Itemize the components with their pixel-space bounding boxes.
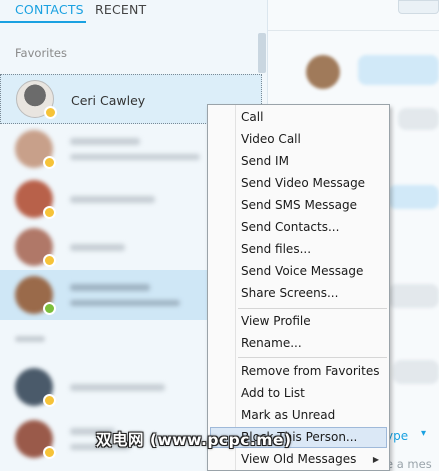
blurred-name bbox=[70, 284, 150, 291]
favorites-header: Favorites bbox=[15, 46, 67, 60]
conversation-toolbar-button[interactable] bbox=[398, 0, 439, 14]
submenu-arrow-icon: ▶ bbox=[372, 455, 379, 464]
contact-name: Ceri Cawley bbox=[71, 93, 146, 108]
menu-item-send-im[interactable]: Send IM bbox=[210, 151, 387, 172]
menu-item-rename[interactable]: Rename... bbox=[210, 333, 387, 354]
contacts-scrollbar[interactable] bbox=[258, 33, 266, 73]
away-status-icon bbox=[44, 106, 57, 119]
blurred-name bbox=[70, 384, 165, 391]
blurred-name bbox=[70, 244, 125, 251]
away-status-icon bbox=[43, 206, 56, 219]
away-status-icon bbox=[43, 156, 56, 169]
menu-item-send-files[interactable]: Send files... bbox=[210, 239, 387, 260]
tab-recent[interactable]: RECENT bbox=[95, 2, 146, 17]
blurred-group-header bbox=[15, 336, 45, 342]
away-status-icon bbox=[43, 446, 56, 459]
message-bubble bbox=[388, 284, 439, 308]
avatar bbox=[306, 55, 340, 89]
blurred-name bbox=[70, 196, 155, 203]
menu-item-video-call[interactable]: Video Call bbox=[210, 129, 387, 150]
menu-item-add-to-list[interactable]: Add to List bbox=[210, 383, 387, 404]
menu-item-send-video-message[interactable]: Send Video Message bbox=[210, 173, 387, 194]
tab-bar: CONTACTS RECENT bbox=[0, 0, 267, 24]
message-bubble bbox=[398, 108, 439, 130]
menu-item-view-old-messages[interactable]: View Old Messages ▶ bbox=[210, 449, 387, 470]
menu-separator bbox=[238, 357, 387, 358]
menu-item-label: View Old Messages bbox=[241, 452, 357, 466]
menu-item-view-profile[interactable]: View Profile bbox=[210, 311, 387, 332]
chevron-down-icon[interactable]: ▾ bbox=[421, 428, 426, 439]
menu-item-share-screens[interactable]: Share Screens... bbox=[210, 283, 387, 304]
message-bubble bbox=[388, 185, 439, 209]
menu-item-remove-from-favorites[interactable]: Remove from Favorites bbox=[210, 361, 387, 382]
divider bbox=[268, 30, 439, 31]
menu-item-call[interactable]: Call bbox=[210, 107, 387, 128]
away-status-icon bbox=[43, 394, 56, 407]
menu-item-send-sms-message[interactable]: Send SMS Message bbox=[210, 195, 387, 216]
tab-contacts[interactable]: CONTACTS bbox=[15, 2, 84, 17]
contact-context-menu: Call Video Call Send IM Send Video Messa… bbox=[207, 104, 390, 471]
menu-item-send-voice-message[interactable]: Send Voice Message bbox=[210, 261, 387, 282]
message-input-placeholder[interactable]: e a mes bbox=[386, 457, 432, 471]
blurred-mood-message bbox=[70, 154, 200, 160]
online-status-icon bbox=[43, 302, 56, 315]
active-tab-indicator bbox=[0, 21, 86, 23]
message-bubble bbox=[358, 55, 439, 85]
message-bubble bbox=[393, 360, 439, 384]
menu-separator bbox=[238, 308, 387, 309]
watermark: 双电网 (www.pcpc.me) bbox=[96, 431, 292, 449]
menu-item-send-contacts[interactable]: Send Contacts... bbox=[210, 217, 387, 238]
blurred-mood-message bbox=[70, 300, 180, 306]
blurred-name bbox=[70, 138, 140, 145]
away-status-icon bbox=[43, 254, 56, 267]
menu-item-mark-as-unread[interactable]: Mark as Unread bbox=[210, 405, 387, 426]
